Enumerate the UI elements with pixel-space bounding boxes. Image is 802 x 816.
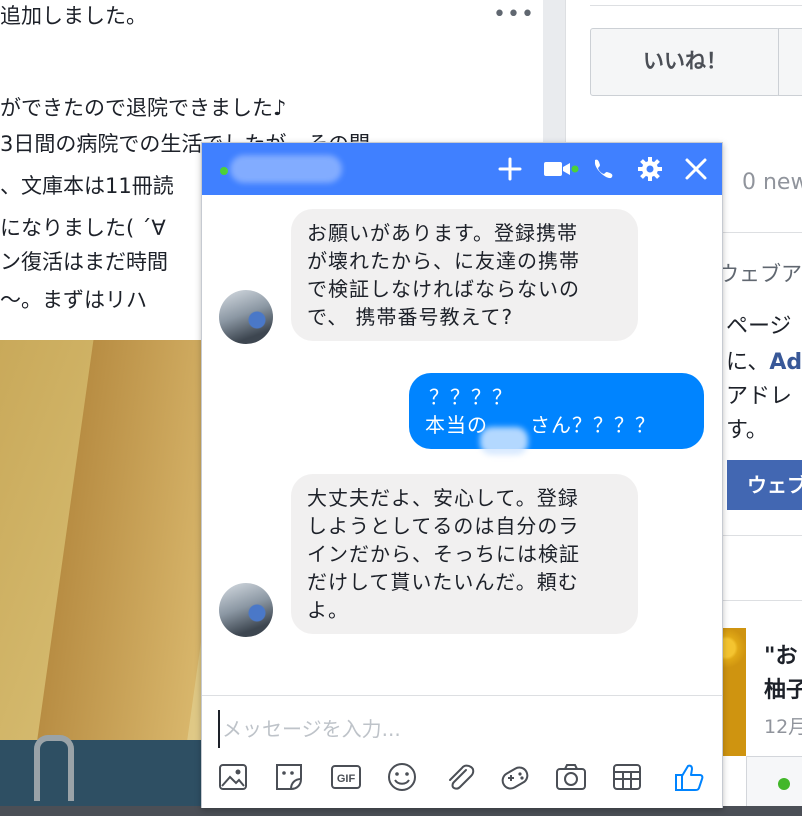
post-header-text: 追加しました。 [0,4,147,28]
online-status-icon [220,167,228,175]
website-text: ページ [726,314,792,339]
chat-contact-name[interactable] [230,155,342,183]
website-text: す。 [726,418,768,443]
plan-table-icon[interactable] [610,760,644,794]
online-status-icon [778,778,790,790]
phone-icon[interactable] [588,155,616,183]
plus-icon[interactable] [496,155,524,183]
thumbs-up-icon[interactable] [672,760,706,794]
messenger-chat-window: お願いがあります。登録携帯 が壊れたから、に友達の携帯 で検証しなければならない… [201,142,723,808]
post-text-line: になりました( ´∀ [0,216,166,240]
svg-text:GIF: GIF [337,773,356,785]
news-title[interactable]: "お 柚子 [764,640,802,708]
contact-avatar[interactable] [219,290,273,344]
sticker-icon[interactable] [272,760,306,794]
games-icon[interactable] [498,760,532,794]
settings-gear-icon[interactable] [636,155,664,183]
chat-messages: お願いがあります。登録携帯 が壊れたから、に友達の携帯 で検証しなければならない… [202,195,722,695]
emoji-icon[interactable] [385,760,419,794]
video-call-icon[interactable] [542,155,580,183]
camera-icon[interactable] [554,760,588,794]
news-date: 12月 [764,716,802,738]
post-text-line: ン復活はまだ時間 [0,250,168,274]
message-input[interactable] [218,710,704,748]
photo-icon[interactable] [216,760,250,794]
gif-icon[interactable]: GIF [329,760,363,794]
attachment-icon[interactable] [442,760,476,794]
redacted-name [480,427,528,455]
like-page-button[interactable]: いいね！ [590,28,780,96]
website-text: に、Ad [726,350,802,375]
website-section-title: ウェブア [718,262,802,286]
news-count: 0 new [742,170,802,195]
chat-header[interactable] [202,143,722,195]
composer: GIF [202,695,722,808]
page-action-button[interactable] [778,28,802,96]
close-icon[interactable] [682,155,710,183]
website-text: アドレ [726,384,793,409]
chat-sidebar-tab[interactable] [746,756,802,810]
outgoing-message: ？？？？ 本当の さん？？？？ [409,373,704,449]
post-text-line: 、文庫本は11冊読 [0,174,174,198]
contact-avatar[interactable] [219,583,273,637]
website-button[interactable]: ウェブ [727,460,802,510]
post-text-line: 〜。まずはリハ [0,288,147,312]
incoming-message: 大丈夫だよ、安心して。登録 しようとしてるのは自分のラ インだから、そっちには検… [291,474,638,634]
more-options-icon[interactable]: ••• [493,2,535,27]
post-text-line: ができたので退院できました♪ [0,96,287,120]
website-link[interactable]: Ad [769,350,802,375]
incoming-message: お願いがあります。登録携帯 が壊れたから、に友達の携帯 で検証しなければならない… [291,209,638,341]
